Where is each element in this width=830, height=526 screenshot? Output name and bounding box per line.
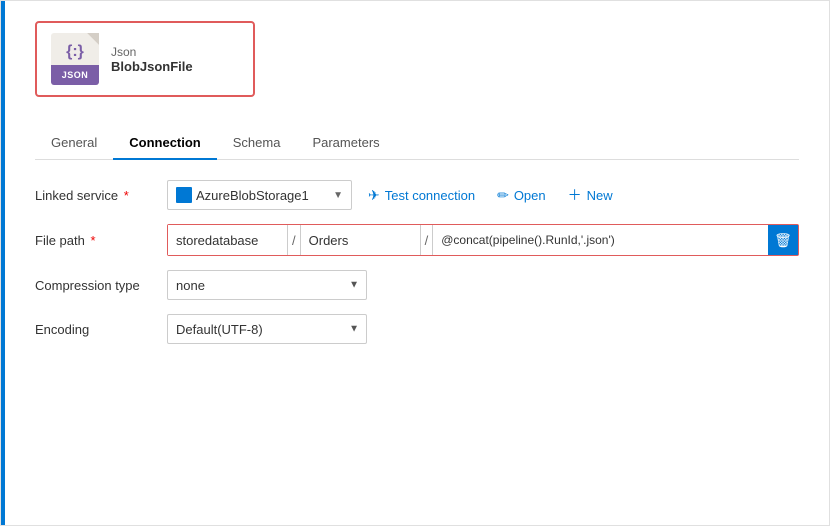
left-accent-bar [1,1,5,525]
linked-service-controls: AzureBlobStorage1 ▼ ✈ Test connection ✏ … [167,180,799,210]
tab-schema[interactable]: Schema [217,127,297,160]
delete-icon: 🗑 [774,232,792,249]
encoding-row: Encoding Default(UTF-8) UTF-8 UTF-16 ASC… [35,314,799,344]
dataset-info: Json BlobJsonFile [111,45,193,74]
tab-general[interactable]: General [35,127,113,160]
content-area: {:} JSON Json BlobJsonFile General Conne… [5,1,829,525]
test-connection-icon: ✈ [368,187,380,204]
storage-icon [176,187,192,203]
file-path-row: File path * / / 🗑 [35,224,799,256]
file-path-segment1[interactable] [168,225,288,255]
required-star: * [120,188,129,203]
form-section: Linked service * AzureBlobStorage1 ▼ ✈ T… [35,180,799,344]
encoding-select-wrapper: Default(UTF-8) UTF-8 UTF-16 ASCII ▼ [167,314,367,344]
curly-braces-icon: {:} [66,43,84,61]
tab-connection[interactable]: Connection [113,127,217,160]
json-badge: JSON [51,65,99,85]
dataset-type: Json [111,45,193,59]
test-connection-button[interactable]: ✈ Test connection [362,183,481,208]
file-path-label: File path * [35,233,155,248]
open-icon: ✏ [497,187,509,204]
linked-service-value: AzureBlobStorage1 [196,188,309,203]
json-file-icon: {:} JSON [51,33,99,85]
main-container: {:} JSON Json BlobJsonFile General Conne… [0,0,830,526]
linked-service-row: Linked service * AzureBlobStorage1 ▼ ✈ T… [35,180,799,210]
tabs-bar: General Connection Schema Parameters [35,127,799,160]
encoding-select[interactable]: Default(UTF-8) UTF-8 UTF-16 ASCII [167,314,367,344]
file-path-segment2[interactable] [301,225,421,255]
path-separator-1: / [288,225,301,255]
required-star-2: * [87,233,96,248]
compression-type-select[interactable]: none gzip bzip2 deflate [167,270,367,300]
open-button[interactable]: ✏ Open [491,183,552,208]
linked-service-label: Linked service * [35,188,155,203]
encoding-label: Encoding [35,322,155,337]
tab-parameters[interactable]: Parameters [296,127,395,160]
dropdown-arrow-icon: ▼ [333,190,343,201]
file-path-border: / / 🗑 [167,224,799,256]
file-path-expression[interactable] [433,225,768,255]
dataset-name: BlobJsonFile [111,59,193,74]
delete-file-path-button[interactable]: 🗑 [768,225,798,255]
compression-type-label: Compression type [35,278,155,293]
dataset-card: {:} JSON Json BlobJsonFile [35,21,255,97]
new-icon: ＋ [568,185,582,205]
new-button[interactable]: ＋ New [562,181,619,209]
compression-type-row: Compression type none gzip bzip2 deflate… [35,270,799,300]
path-separator-2: / [421,225,434,255]
linked-service-select[interactable]: AzureBlobStorage1 ▼ [167,180,352,210]
compression-type-select-wrapper: none gzip bzip2 deflate ▼ [167,270,367,300]
